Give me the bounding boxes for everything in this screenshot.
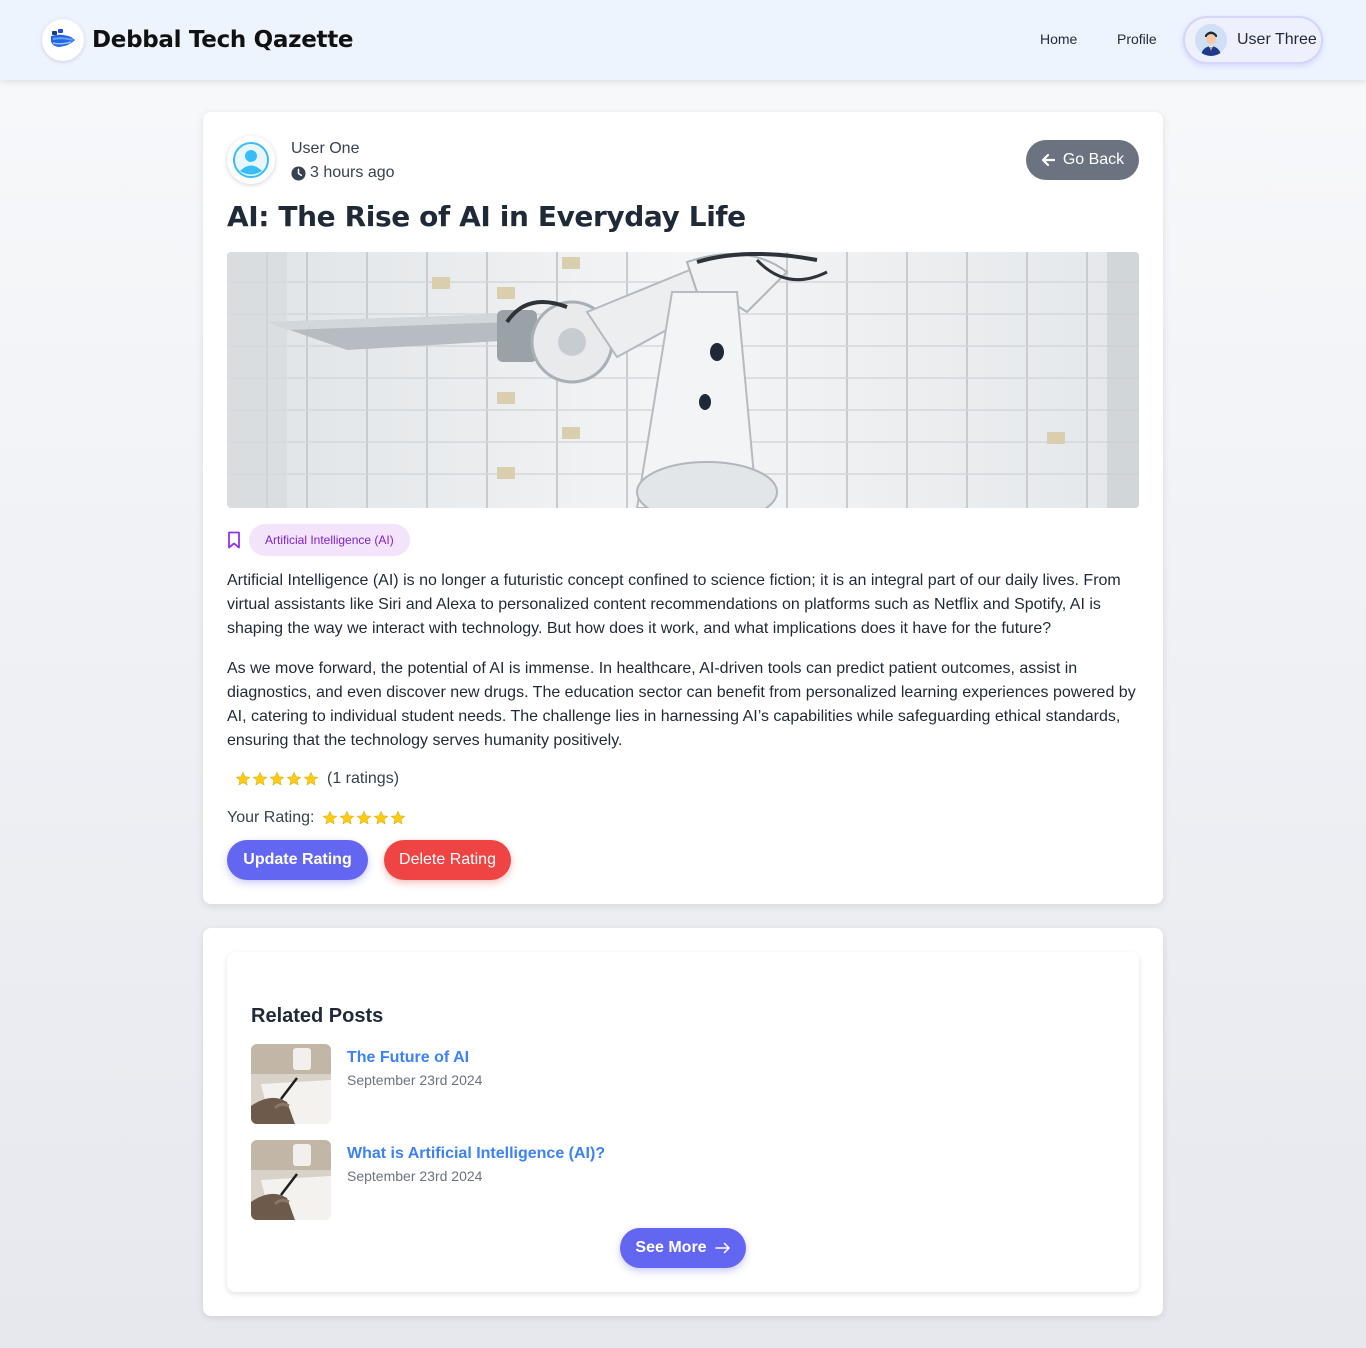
see-more-button[interactable]: See More bbox=[620, 1228, 746, 1268]
author-name: User One bbox=[291, 140, 360, 157]
star-icon bbox=[303, 771, 319, 786]
see-more-label: See More bbox=[635, 1239, 707, 1256]
related-post-date: September 23rd 2024 bbox=[347, 1168, 483, 1184]
post-title: AI: The Rise of AI in Everyday Life bbox=[227, 200, 746, 233]
post-card: User One 3 hours ago Go Back AI: The Ris… bbox=[203, 112, 1163, 904]
post-time: 3 hours ago bbox=[291, 164, 395, 182]
arrow-right-icon bbox=[714, 1242, 731, 1254]
related-post-title-link[interactable]: The Future of AI bbox=[347, 1049, 469, 1067]
delete-rating-button[interactable]: Delete Rating bbox=[384, 840, 511, 880]
related-post-thumbnail[interactable] bbox=[251, 1140, 331, 1220]
user-name: User Three bbox=[1237, 31, 1317, 48]
update-rating-button[interactable]: Update Rating bbox=[227, 840, 368, 880]
your-rating-stars[interactable] bbox=[322, 810, 406, 826]
brand-name: Debbal Tech Qazette bbox=[92, 27, 354, 53]
brand-logo-icon bbox=[42, 19, 84, 61]
star-icon[interactable] bbox=[339, 810, 355, 826]
star-icon[interactable] bbox=[322, 810, 338, 826]
category-tag[interactable]: Artificial Intelligence (AI) bbox=[249, 524, 410, 556]
related-posts-section: Related Posts The Future of AI September… bbox=[203, 928, 1163, 1316]
rating-count: (1 ratings) bbox=[327, 770, 400, 787]
clock-icon bbox=[291, 165, 306, 181]
user-avatar bbox=[1195, 24, 1227, 56]
your-rating: Your Rating: bbox=[227, 809, 406, 827]
nav-link-profile[interactable]: Profile bbox=[1117, 31, 1157, 47]
tag-row: Artificial Intelligence (AI) bbox=[227, 524, 410, 556]
star-icon bbox=[269, 771, 285, 786]
related-post-date: September 23rd 2024 bbox=[347, 1072, 483, 1088]
your-rating-label: Your Rating: bbox=[227, 809, 315, 826]
related-post-thumbnail[interactable] bbox=[251, 1044, 331, 1124]
post-paragraph: Artificial Intelligence (AI) is no longe… bbox=[227, 572, 1121, 637]
related-posts-card: Related Posts The Future of AI September… bbox=[227, 952, 1139, 1292]
brand[interactable]: Debbal Tech Qazette bbox=[42, 19, 354, 61]
related-post-title-link[interactable]: What is Artificial Intelligence (AI)? bbox=[347, 1145, 605, 1163]
post-time-text: 3 hours ago bbox=[310, 164, 395, 181]
go-back-label: Go Back bbox=[1062, 151, 1125, 168]
navbar: Debbal Tech Qazette Home Profile User Th… bbox=[0, 0, 1366, 80]
star-icon bbox=[286, 771, 302, 786]
related-post-item[interactable]: The Future of AI September 23rd 2024 bbox=[251, 1044, 851, 1124]
user-menu-button[interactable]: User Three bbox=[1183, 16, 1323, 64]
author-avatar bbox=[227, 136, 275, 184]
average-rating-stars bbox=[235, 771, 319, 787]
bookmark-icon[interactable] bbox=[227, 531, 241, 549]
average-rating: (1 ratings) bbox=[235, 770, 399, 788]
related-post-item[interactable]: What is Artificial Intelligence (AI)? Se… bbox=[251, 1140, 851, 1220]
related-posts-title: Related Posts bbox=[251, 1005, 384, 1027]
nav-link-home[interactable]: Home bbox=[1040, 31, 1077, 47]
star-icon[interactable] bbox=[373, 810, 389, 826]
star-icon[interactable] bbox=[356, 810, 372, 826]
go-back-button[interactable]: Go Back bbox=[1026, 140, 1139, 180]
arrow-left-icon bbox=[1041, 153, 1055, 167]
star-icon bbox=[235, 771, 251, 786]
post-paragraph: As we move forward, the potential of AI … bbox=[227, 660, 1136, 749]
post-hero-image bbox=[227, 252, 1139, 508]
star-icon[interactable] bbox=[390, 810, 406, 826]
star-icon bbox=[252, 771, 268, 786]
